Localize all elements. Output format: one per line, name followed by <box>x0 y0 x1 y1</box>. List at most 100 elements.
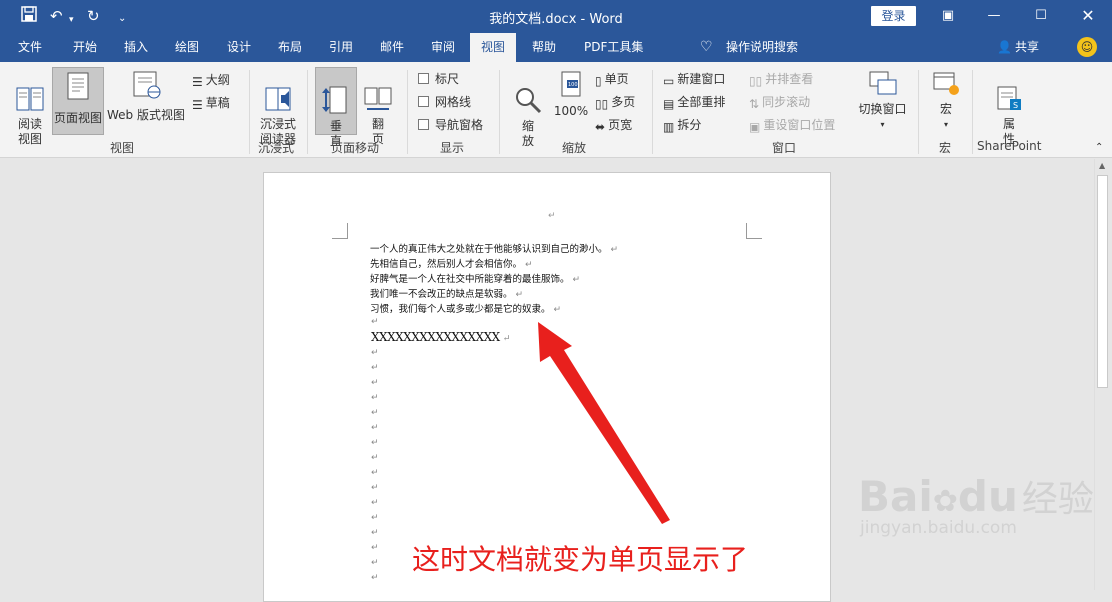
baidu-brand-text: Bai <box>858 472 933 521</box>
sign-in-button[interactable]: 登录 <box>871 6 916 26</box>
multiple-pages-button[interactable]: ▯▯ 多页 <box>595 93 635 111</box>
baidu-logo: Bai✿du 经验 <box>858 470 1094 522</box>
split-button[interactable]: ▥ 拆分 <box>663 116 701 134</box>
paragraph-mark: ↵ <box>371 483 379 493</box>
tab-home[interactable]: 开始 <box>73 33 97 62</box>
ribbon-tabs: 文件 开始 插入 绘图 设计 布局 引用 邮件 审阅 视图 帮助 PDF工具集 … <box>0 33 1112 62</box>
navigation-pane-checkbox-box[interactable] <box>418 119 429 130</box>
zoom-100-button[interactable]: 100 100% <box>551 70 591 119</box>
reset-window-position-label: 重设窗口位置 <box>763 118 836 132</box>
switch-windows-icon <box>869 71 896 95</box>
vertical-button[interactable]: 垂 直 <box>315 67 357 148</box>
text-line[interactable]: 我们唯一不会改正的缺点是软弱。 ↵ <box>370 286 523 300</box>
annotation-arrow <box>538 322 670 524</box>
paragraph-mark: ↵ <box>502 334 511 344</box>
paragraph-mark: ↵ <box>371 408 379 418</box>
undo-dropdown-icon[interactable]: ▾ <box>69 10 74 30</box>
header-paragraph-mark: ↵ <box>548 211 556 221</box>
typed-text-line[interactable]: XXXXXXXXXXXXXXXX ↵ <box>371 330 510 344</box>
save-icon[interactable] <box>21 6 37 27</box>
maximize-icon[interactable]: ☐ <box>1029 6 1053 26</box>
ribbon-display-options-icon[interactable]: ▣ <box>936 6 960 26</box>
tab-mailings[interactable]: 邮件 <box>380 33 404 62</box>
tab-review[interactable]: 审阅 <box>431 33 455 62</box>
reset-window-position-button[interactable]: ▣ 重设窗口位置 <box>749 116 835 134</box>
share-button[interactable]: 共享 <box>1015 33 1039 62</box>
synchronous-scrolling-button[interactable]: ⇅ 同步滚动 <box>749 93 810 111</box>
side-to-side-icon <box>364 87 392 110</box>
svg-text:S: S <box>1013 101 1018 110</box>
print-layout-button[interactable]: 页面视图 <box>52 67 104 135</box>
scroll-up-icon[interactable]: ▲ <box>1099 161 1105 170</box>
typed-text: XXXXXXXXXXXXXXXX <box>371 330 500 344</box>
minimize-icon[interactable]: — <box>982 6 1006 26</box>
group-immersive-label: 沉浸式 <box>258 141 295 155</box>
split-icon: ▥ <box>663 120 675 134</box>
draft-button[interactable]: ☰ 草稿 <box>192 94 230 112</box>
paragraph-mark: ↵ <box>525 260 533 270</box>
scrollbar-thumb[interactable] <box>1097 175 1108 388</box>
zoom-100-label: 100% <box>553 104 589 118</box>
paragraph-mark: ↵ <box>572 275 581 285</box>
gridlines-checkbox[interactable]: 网格线 <box>418 93 471 110</box>
tab-draw[interactable]: 绘图 <box>175 33 199 62</box>
smiley-feedback-icon[interactable]: ☺ <box>1077 37 1097 57</box>
text-line[interactable]: 好脾气是一个人在社交中所能穿着的最佳服饰。 ↵ <box>370 271 580 285</box>
multiple-pages-label: 多页 <box>611 95 636 109</box>
read-mode-button[interactable]: 阅读 视图 <box>8 70 52 162</box>
page-width-button[interactable]: ⬌ 页宽 <box>595 116 632 134</box>
draft-label: 草稿 <box>205 96 230 110</box>
book-icon <box>16 87 44 111</box>
arrange-all-button[interactable]: ▤ 全部重排 <box>663 93 725 111</box>
web-layout-button[interactable]: Web 版式视图 <box>105 70 187 123</box>
outline-button[interactable]: ☰ 大纲 <box>192 71 230 89</box>
new-window-icon: ▭ <box>663 74 675 88</box>
text-line-content: 我们唯一不会改正的缺点是软弱。 <box>370 289 513 300</box>
tab-view[interactable]: 视图 <box>470 33 516 62</box>
new-window-button[interactable]: ▭ 新建窗口 <box>663 70 725 88</box>
tab-insert[interactable]: 插入 <box>124 33 148 62</box>
text-line[interactable]: 一个人的真正伟大之处就在于他能够认识到自己的渺小。 ↵ <box>370 241 618 255</box>
tab-references[interactable]: 引用 <box>329 33 353 62</box>
customize-qat-icon[interactable]: ⌄ <box>118 9 126 29</box>
paragraph-mark: ↵ <box>371 468 379 478</box>
switch-windows-button[interactable]: 切换窗口 ▾ <box>855 70 910 132</box>
one-page-label: 单页 <box>604 72 629 86</box>
page-icon <box>67 72 89 100</box>
multiple-pages-icon: ▯▯ <box>595 97 609 111</box>
navigation-pane-checkbox[interactable]: 导航窗格 <box>418 116 483 133</box>
ruler-checkbox[interactable]: 标尺 <box>418 70 459 87</box>
view-side-by-side-button[interactable]: ▯▯ 并排查看 <box>749 70 813 88</box>
text-line[interactable]: 习惯，我们每个人或多或少都是它的奴隶。 ↵ <box>370 301 561 315</box>
group-page-movement-label: 页面移动 <box>331 141 380 155</box>
macros-dropdown-icon: ▾ <box>943 120 948 129</box>
vertical-scroll-icon <box>322 86 347 114</box>
one-page-button[interactable]: ▯ 单页 <box>595 70 629 88</box>
arrange-all-label: 全部重排 <box>677 95 726 109</box>
paw-icon: ✿ <box>932 484 958 519</box>
undo-icon[interactable]: ↶ <box>50 6 63 26</box>
tab-design[interactable]: 设计 <box>227 33 251 62</box>
ruler-checkbox-box[interactable] <box>418 73 429 84</box>
collapse-ribbon-icon[interactable]: ⌃ <box>1095 142 1103 153</box>
redo-icon[interactable]: ↻ <box>87 6 100 26</box>
zoom-button[interactable]: 缩 放 <box>508 70 548 164</box>
separator <box>652 70 653 154</box>
paragraph-mark: ↵ <box>515 290 524 300</box>
tab-layout[interactable]: 布局 <box>278 33 302 62</box>
separator <box>499 70 500 154</box>
macros-button[interactable]: 宏 ▾ <box>927 70 965 132</box>
new-window-label: 新建窗口 <box>677 72 726 86</box>
tab-pdf-tools[interactable]: PDF工具集 <box>584 33 643 62</box>
close-icon[interactable]: ✕ <box>1076 6 1100 26</box>
tab-file[interactable]: 文件 <box>18 33 42 62</box>
jingyan-text: 经验 <box>1021 479 1094 520</box>
user-icon: 👤 <box>997 40 1012 54</box>
magnifier-icon <box>516 88 542 114</box>
page-width-icon: ⬌ <box>595 120 606 134</box>
text-line[interactable]: 先相信自己，然后别人才会相信你。 ↵ <box>370 256 533 270</box>
tell-me-search[interactable]: 操作说明搜索 <box>726 33 798 62</box>
tab-help[interactable]: 帮助 <box>532 33 556 62</box>
separator <box>918 70 919 154</box>
gridlines-checkbox-box[interactable] <box>418 96 429 107</box>
